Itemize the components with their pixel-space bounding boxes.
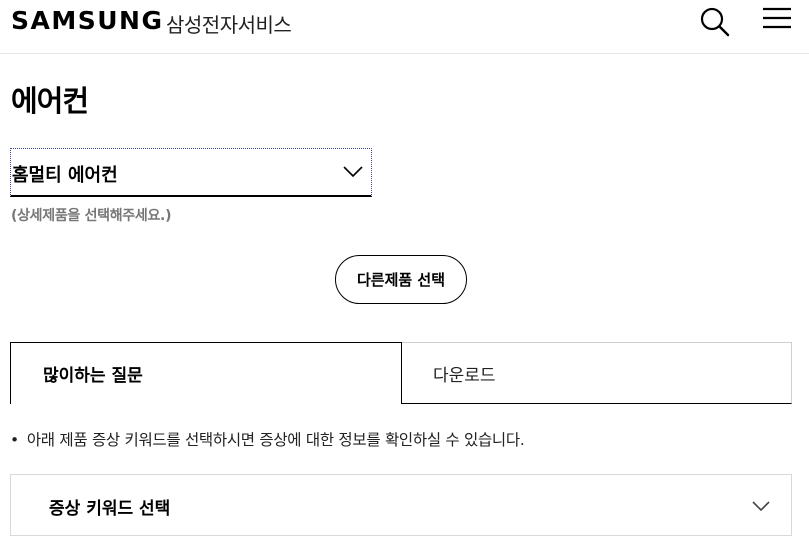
notice-text: 아래 제품 증상 키워드를 선택하시면 증상에 대한 정보를 확인하실 수 있습… [26, 431, 525, 449]
product-select-value: 홈멀티 에어컨 [12, 165, 118, 186]
menu-button[interactable] [761, 6, 793, 32]
tab-bar: 많이하는 질문 다운로드 [10, 342, 792, 404]
notice-text-row: • 아래 제품 증상 키워드를 선택하시면 증상에 대한 정보를 확인하실 수 있… [10, 428, 525, 450]
page-title: 에어컨 [11, 84, 89, 118]
search-icon [700, 7, 730, 37]
tab-faq[interactable]: 많이하는 질문 [10, 342, 402, 404]
search-button[interactable] [699, 6, 731, 38]
other-product-button[interactable]: 다른제품 선택 [335, 255, 467, 304]
keyword-select[interactable]: 증상 키워드 선택 [10, 474, 792, 536]
bullet: • [10, 431, 19, 449]
keyword-select-label: 증상 키워드 선택 [49, 499, 171, 519]
hamburger-menu-icon [763, 7, 791, 29]
chevron-down-icon [343, 166, 363, 178]
product-select[interactable]: 홈멀티 에어컨 [10, 148, 372, 197]
site-header: SAMSUNG 삼성전자서비스 [0, 0, 809, 54]
tab-download[interactable]: 다운로드 [402, 342, 792, 404]
service-name[interactable]: 삼성전자서비스 [166, 9, 292, 38]
product-select-hint: (상세제품을 선택해주세요.) [11, 208, 172, 224]
samsung-logo[interactable]: SAMSUNG [11, 6, 163, 35]
chevron-down-icon [752, 501, 770, 512]
